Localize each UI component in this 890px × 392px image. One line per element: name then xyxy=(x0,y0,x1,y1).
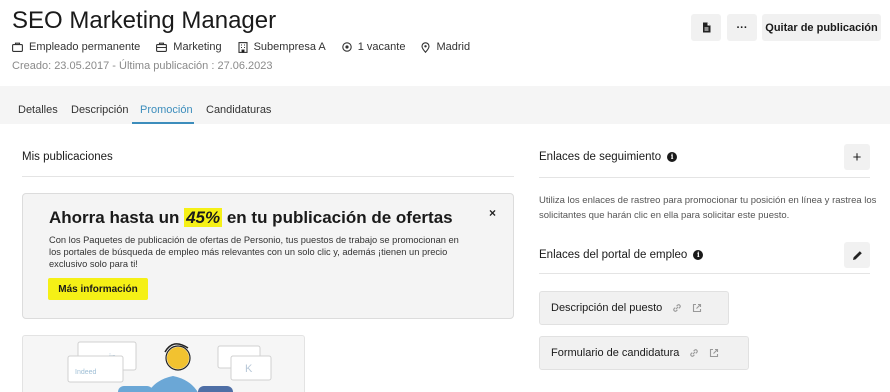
job-header: SEO Marketing Manager Empleado permanent… xyxy=(0,0,890,86)
info-icon[interactable]: i xyxy=(667,151,678,162)
close-icon[interactable]: × xyxy=(489,206,496,220)
portal-link-application-form[interactable]: Formulario de candidatura xyxy=(539,336,749,370)
promo-banner: Ahorra hasta un 45% en tu publicación de… xyxy=(22,193,514,319)
tab-details[interactable]: Detalles xyxy=(18,104,58,116)
plus-icon: + xyxy=(852,148,862,166)
meta-vacancies-label: 1 vacante xyxy=(357,41,406,53)
link-icon[interactable] xyxy=(672,303,682,313)
promo-illustration: in Indeed K xyxy=(22,335,305,392)
building-icon xyxy=(238,41,248,53)
tracking-links-title: Enlaces de seguimiento i xyxy=(539,151,678,163)
tab-promotion[interactable]: Promoción xyxy=(140,104,193,116)
tab-applications[interactable]: Candidaturas xyxy=(206,104,271,116)
portal-link-label: Descripción del puesto xyxy=(551,302,663,314)
publications-title: Mis publicaciones xyxy=(22,151,113,163)
promo-heading: Ahorra hasta un 45% en tu publicación de… xyxy=(49,208,453,228)
document-button[interactable] xyxy=(691,14,721,41)
external-link-icon[interactable] xyxy=(709,348,719,358)
meta-subcompany-label: Subempresa A xyxy=(253,41,326,53)
portal-divider xyxy=(539,273,870,274)
promo-body: Con los Paquetes de publicación de ofert… xyxy=(49,235,459,269)
meta-department: Marketing xyxy=(156,41,222,53)
more-info-button[interactable]: Más información xyxy=(48,278,148,300)
active-tab-indicator xyxy=(132,122,194,124)
meta-department-label: Marketing xyxy=(173,41,222,53)
promo-heading-after: en tu publicación de ofertas xyxy=(222,208,453,227)
document-icon xyxy=(702,22,710,33)
page-title: SEO Marketing Manager xyxy=(12,7,277,34)
promo-heading-highlight: 45% xyxy=(184,208,223,227)
meta-employment-label: Empleado permanente xyxy=(29,41,141,53)
publication-dates: Creado: 23.05.2017 - Última publicación … xyxy=(12,60,273,72)
job-meta: Empleado permanente Marketing Subempresa… xyxy=(12,41,486,53)
tab-description[interactable]: Descripción xyxy=(71,104,128,116)
svg-text:K: K xyxy=(245,363,253,375)
meta-location-label: Madrid xyxy=(436,41,471,53)
portal-links-title-text: Enlaces del portal de empleo xyxy=(539,249,688,261)
meta-location: Madrid xyxy=(421,41,470,53)
edit-portal-links-button[interactable] xyxy=(844,242,870,268)
briefcase-icon xyxy=(12,42,23,52)
target-icon xyxy=(342,42,352,52)
promo-heading-before: Ahorra hasta un xyxy=(49,208,185,227)
portal-links-title: Enlaces del portal de empleo i xyxy=(539,249,704,261)
pencil-icon xyxy=(852,250,862,260)
meta-subcompany: Subempresa A xyxy=(238,41,326,53)
link-icon[interactable] xyxy=(689,348,699,358)
illustration-label-indeed: Indeed xyxy=(75,369,97,376)
external-link-icon[interactable] xyxy=(692,303,702,313)
illustration-graphic: in Indeed K xyxy=(67,341,272,392)
publications-divider xyxy=(22,176,514,177)
location-pin-icon xyxy=(421,41,431,53)
portal-link-job-description[interactable]: Descripción del puesto xyxy=(539,291,729,325)
more-options-button[interactable]: ··· xyxy=(727,14,757,41)
portal-link-label: Formulario de candidatura xyxy=(551,347,680,359)
meta-employment: Empleado permanente xyxy=(12,41,140,53)
department-icon xyxy=(156,42,168,52)
meta-vacancies: 1 vacante xyxy=(342,41,406,53)
tab-bar: Detalles Descripción Promoción Candidatu… xyxy=(0,86,890,124)
unpublish-button[interactable]: Quitar de publicación xyxy=(762,14,881,41)
info-icon[interactable]: i xyxy=(693,249,704,260)
tracking-divider xyxy=(539,177,870,178)
add-tracking-link-button[interactable]: + xyxy=(844,144,870,170)
tracking-links-title-text: Enlaces de seguimiento xyxy=(539,151,662,163)
tracking-description: Utiliza los enlaces de rastreo para prom… xyxy=(539,195,877,221)
